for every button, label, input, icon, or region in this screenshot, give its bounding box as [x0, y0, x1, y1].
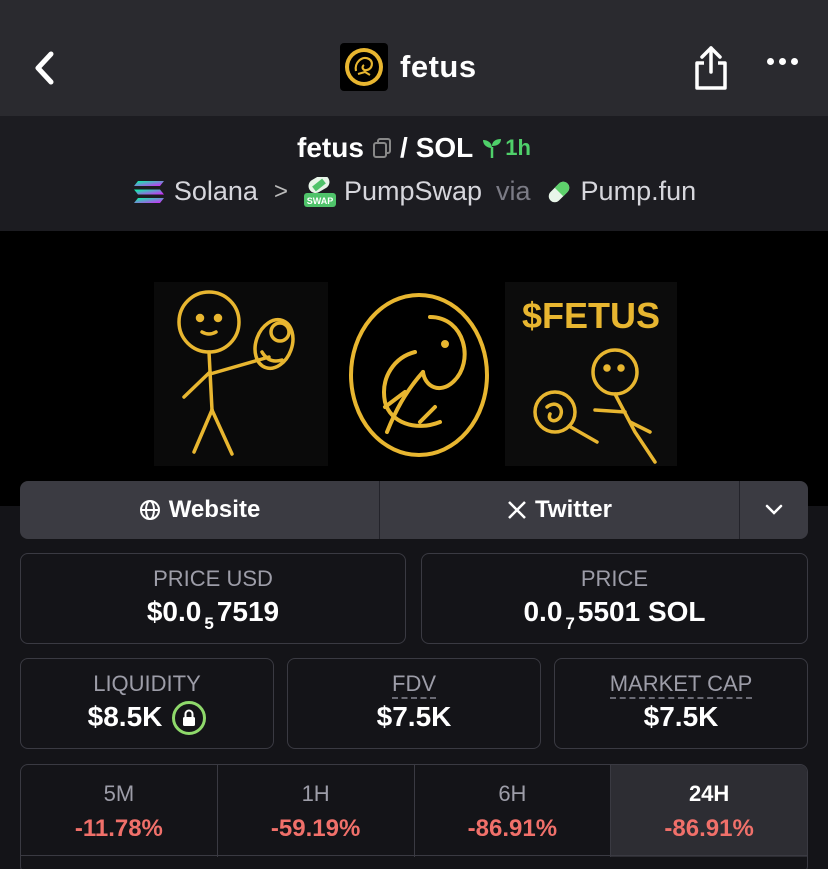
- liquidity-label: LIQUIDITY: [93, 671, 201, 696]
- price-native-zeros: 7: [565, 614, 575, 633]
- banner-text: $FETUS: [522, 295, 660, 336]
- market-cap-value: $7.5K: [643, 701, 719, 732]
- globe-icon: [139, 500, 160, 520]
- tab-change: -11.78%: [74, 815, 163, 842]
- market-cap-label: MARKET CAP: [609, 671, 753, 699]
- chain-row: Solana > SWAP PumpSwap via Pump.fun: [0, 176, 828, 207]
- banner-fetus-magnifier: $FETUS: [505, 282, 677, 466]
- price-usd-prefix: $0.0: [146, 596, 202, 627]
- chevron-left-icon: [35, 51, 54, 85]
- price-native-label: PRICE: [580, 566, 649, 591]
- copy-icon[interactable]: [372, 137, 392, 159]
- fdv-label-wrap: FDV: [288, 671, 540, 699]
- fdv-label: FDV: [392, 671, 436, 699]
- svg-text:SWAP: SWAP: [307, 196, 334, 206]
- fdv-card[interactable]: FDV $7.5K: [287, 658, 541, 749]
- more-button[interactable]: [767, 58, 798, 65]
- tab-change: -59.19%: [270, 815, 361, 842]
- more-dot: [791, 58, 798, 65]
- dex-link[interactable]: PumpSwap: [344, 176, 482, 207]
- pair-quote: SOL: [415, 132, 474, 163]
- price-native-digits: 5501 SOL: [577, 596, 706, 627]
- price-native-card: PRICE 0.0 7 5501 SOL: [421, 553, 808, 644]
- pair-row: fetus / SOL 1h: [0, 132, 828, 164]
- website-button[interactable]: Website: [20, 481, 380, 539]
- pair-age-label: 1h: [505, 135, 531, 160]
- tab-5m[interactable]: 5M -11.78%: [21, 765, 218, 857]
- token-logo: [340, 43, 388, 91]
- price-usd-digits: 7519: [216, 596, 280, 627]
- more-links-button[interactable]: [740, 481, 808, 539]
- website-label: Website: [168, 496, 261, 523]
- liquidity-value: $8.5K: [87, 701, 163, 732]
- banner-stickman-holding-fetus: [154, 282, 328, 466]
- price-usd-card: PRICE USD $0.0 5 7519: [20, 553, 406, 644]
- token-header: fetus: [340, 43, 477, 91]
- top-bar: fetus: [0, 0, 828, 116]
- liquidity-value-row: $8.5K: [21, 701, 273, 735]
- launchpad-link[interactable]: Pump.fun: [581, 176, 697, 207]
- more-horizontal-icon: [767, 58, 774, 65]
- pumpfun-icon: [548, 181, 569, 202]
- tab-label: 24H: [688, 781, 730, 806]
- back-button[interactable]: [24, 48, 64, 88]
- tab-change: -86.91%: [467, 815, 558, 842]
- tab-label: 6H: [498, 781, 527, 806]
- tab-1h[interactable]: 1H -59.19%: [218, 765, 415, 857]
- solana-icon: [133, 180, 164, 203]
- market-cap-card[interactable]: MARKET CAP $7.5K: [554, 658, 808, 749]
- x-logo-icon: [508, 501, 526, 519]
- tab-change: -86.91%: [664, 815, 754, 842]
- liquidity-card: LIQUIDITY $8.5K: [20, 658, 274, 749]
- twitter-label: Twitter: [535, 496, 612, 523]
- market-cap-label-wrap: MARKET CAP: [555, 671, 807, 699]
- pair-age: 1h: [481, 135, 531, 161]
- twitter-button[interactable]: Twitter: [380, 481, 740, 539]
- chevron-right-icon: >: [273, 177, 288, 205]
- performance-tabs: 5M -11.78% 1H -59.19% 6H -86.91% 24H -86…: [20, 764, 808, 869]
- more-dot: [779, 58, 786, 65]
- price-usd-zeros: 5: [204, 614, 214, 633]
- pumpswap-icon: SWAP: [303, 176, 336, 207]
- pair-base: fetus: [297, 132, 364, 163]
- price-native-value: 0.0 7 5501 SOL: [422, 596, 807, 633]
- price-usd-label: PRICE USD: [153, 566, 273, 591]
- tab-24h[interactable]: 24H -86.91%: [611, 765, 807, 857]
- share-icon: [695, 46, 727, 90]
- via-label: via: [496, 176, 531, 206]
- tab-label: 1H: [301, 781, 330, 806]
- tab-6h[interactable]: 6H -86.91%: [415, 765, 612, 857]
- links-bar: Website Twitter: [20, 481, 808, 539]
- token-title: fetus: [400, 49, 477, 84]
- seedling-icon: [483, 139, 502, 158]
- fdv-value: $7.5K: [376, 701, 452, 732]
- chain-link[interactable]: Solana: [174, 176, 258, 207]
- share-button[interactable]: [692, 44, 730, 92]
- price-native-prefix: 0.0: [523, 596, 563, 627]
- price-usd-value: $0.0 5 7519: [21, 596, 405, 633]
- banner-fetus-illustration: [335, 282, 500, 466]
- chevron-down-icon: [765, 504, 783, 515]
- pair-separator: /: [399, 132, 408, 163]
- lock-icon[interactable]: [172, 701, 207, 735]
- divider: [20, 855, 808, 856]
- tab-label: 5M: [103, 781, 135, 806]
